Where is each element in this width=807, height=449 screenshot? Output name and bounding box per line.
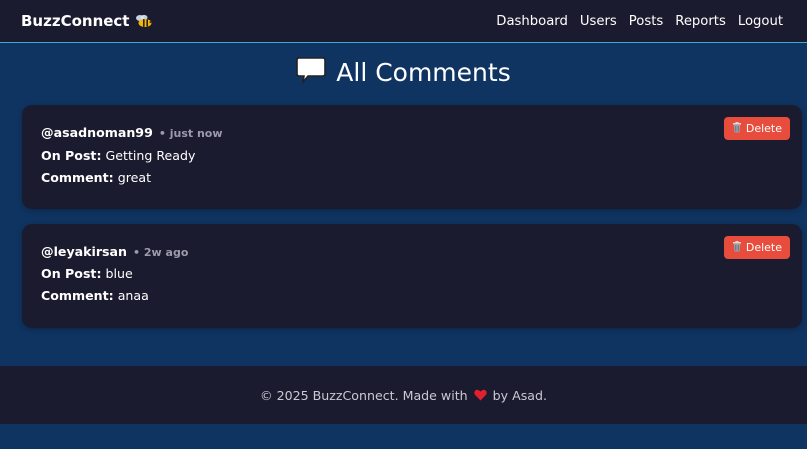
- trash-icon: [732, 240, 742, 255]
- bee-icon: [135, 14, 153, 28]
- nav-link-posts[interactable]: Posts: [629, 14, 663, 29]
- trash-icon: [732, 121, 742, 136]
- nav-link-users[interactable]: Users: [580, 14, 617, 29]
- delete-button[interactable]: Delete: [723, 236, 790, 259]
- delete-button-label: Delete: [745, 122, 782, 135]
- nav-links: Dashboard Users Posts Reports Logout: [496, 14, 783, 29]
- comment-username[interactable]: @asadnoman99: [41, 125, 153, 140]
- comment-label: Comment:: [41, 170, 114, 185]
- comment-post-line: On Post: Getting Ready: [41, 148, 195, 163]
- comment-timestamp: • just now: [158, 127, 223, 140]
- comment-text: anaa: [117, 288, 149, 303]
- nav-link-dashboard[interactable]: Dashboard: [496, 14, 568, 29]
- comment-post-line: On Post: blue: [41, 266, 133, 281]
- comment-text-line: Comment: great: [41, 170, 151, 185]
- on-post-label: On Post:: [41, 266, 102, 281]
- speech-bubble-icon: [296, 56, 327, 88]
- comment-author-line: @leyakirsan • 2w ago: [41, 244, 188, 259]
- comment-post-title: Getting Ready: [105, 148, 196, 163]
- page-header: All Comments: [0, 55, 807, 89]
- comment-text: great: [117, 170, 152, 185]
- comment-card: @leyakirsan • 2w ago On Post: blue Comme…: [22, 224, 802, 328]
- page-title: All Comments: [336, 57, 511, 87]
- footer-text-suffix: by Asad.: [492, 387, 547, 403]
- on-post-label: On Post:: [41, 148, 102, 163]
- navbar: BuzzConnect Dashboard Users Posts Report…: [0, 0, 807, 43]
- heart-icon: [473, 389, 487, 401]
- comment-username[interactable]: @leyakirsan: [41, 244, 127, 259]
- comment-post-title: blue: [105, 266, 133, 281]
- delete-button-label: Delete: [745, 241, 782, 254]
- comment-timestamp: • 2w ago: [133, 246, 189, 259]
- comment-label: Comment:: [41, 288, 114, 303]
- comment-card: @asadnoman99 • just now On Post: Getting…: [22, 105, 802, 209]
- footer: © 2025 BuzzConnect. Made with by Asad.: [0, 366, 807, 424]
- comment-text-line: Comment: anaa: [41, 288, 149, 303]
- brand-logo[interactable]: BuzzConnect: [21, 12, 153, 30]
- comment-author-line: @asadnoman99 • just now: [41, 125, 223, 140]
- delete-button[interactable]: Delete: [723, 117, 790, 140]
- nav-link-logout[interactable]: Logout: [738, 14, 783, 29]
- nav-link-reports[interactable]: Reports: [675, 14, 726, 29]
- footer-text-prefix: © 2025 BuzzConnect. Made with: [260, 387, 468, 403]
- brand-name: BuzzConnect: [21, 12, 130, 30]
